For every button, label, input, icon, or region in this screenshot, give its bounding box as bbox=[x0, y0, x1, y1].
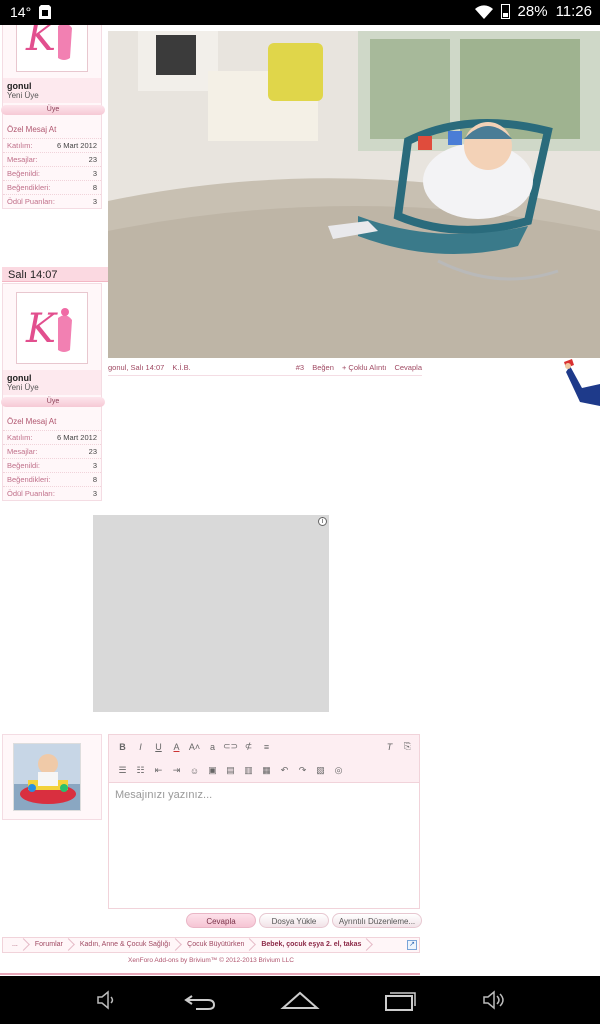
svg-text:K: K bbox=[25, 25, 58, 60]
user-title: Yeni Üye bbox=[3, 91, 101, 103]
italic-icon[interactable]: I bbox=[135, 741, 146, 752]
font-size-icon[interactable]: A˄ bbox=[189, 741, 200, 752]
clock: 11:26 bbox=[555, 3, 592, 20]
reply-button[interactable]: Cevapla bbox=[186, 913, 256, 928]
smilie-icon[interactable]: ☺ bbox=[189, 765, 200, 776]
stat-joined: Katılım: 6 Mart 2012 bbox=[3, 138, 101, 152]
sd-card-icon bbox=[39, 5, 52, 19]
user-role-badge: Üye bbox=[1, 105, 105, 115]
toggle-mode-icon[interactable]: ⎘ bbox=[402, 741, 413, 752]
remove-format-icon[interactable]: T bbox=[384, 741, 395, 752]
temperature: 14° bbox=[10, 4, 32, 20]
breadcrumb-current[interactable]: Bebek, çocuk eşya 2. el, takas bbox=[252, 938, 369, 952]
stat-messages: Mesajlar: 23 bbox=[3, 152, 101, 166]
avatar-logo-icon: K bbox=[25, 25, 72, 60]
underline-icon[interactable]: U bbox=[153, 741, 164, 752]
save-draft-icon[interactable]: ▦ bbox=[261, 765, 272, 776]
post-divider bbox=[108, 375, 422, 376]
stat-likes-given: Beğendikleri: 8 bbox=[3, 180, 101, 194]
username[interactable]: gonul bbox=[3, 370, 101, 383]
reply-link[interactable]: Cevapla bbox=[394, 363, 422, 372]
copyright: XenForo Add-ons by Brivium™ © 2012-2013 … bbox=[128, 957, 294, 964]
home-icon[interactable] bbox=[280, 988, 320, 1012]
jump-to-icon[interactable]: ↗ bbox=[407, 940, 417, 950]
preview-icon[interactable]: ▧ bbox=[315, 765, 326, 776]
align-icon[interactable]: ≡ bbox=[261, 741, 272, 752]
font-color-icon[interactable]: A bbox=[171, 741, 182, 752]
font-family-icon[interactable]: a bbox=[207, 741, 218, 752]
numbered-list-icon[interactable]: ☷ bbox=[135, 765, 146, 776]
report-link[interactable]: K.İ.B. bbox=[172, 363, 190, 372]
username[interactable]: gonul bbox=[3, 78, 101, 91]
user-title: Yeni Üye bbox=[3, 383, 101, 395]
indent-icon[interactable]: ⇥ bbox=[171, 765, 182, 776]
stat-award-points: Ödül Puanları: 3 bbox=[3, 486, 101, 500]
battery-icon bbox=[500, 4, 510, 19]
avatar-logo-icon: K bbox=[25, 306, 72, 352]
recent-apps-icon[interactable] bbox=[382, 988, 418, 1012]
stat-messages: Mesajlar: 23 bbox=[3, 444, 101, 458]
post-number-link[interactable]: #3 bbox=[296, 363, 304, 372]
footer-line bbox=[0, 973, 420, 975]
baby-walker-photo bbox=[14, 744, 80, 810]
reply-avatar[interactable] bbox=[13, 743, 81, 811]
outdent-icon[interactable]: ⇤ bbox=[153, 765, 164, 776]
post-meta-bar: gonul, Salı 14:07 K.İ.B. #3 Beğen + Çokl… bbox=[108, 363, 422, 372]
private-message-link[interactable]: Özel Mesaj At bbox=[3, 411, 101, 430]
camera-icon[interactable]: ◎ bbox=[333, 765, 344, 776]
ad-info-icon[interactable]: i bbox=[318, 517, 327, 526]
baby-bouncer-photo bbox=[108, 31, 600, 358]
reply-editor: B I U A A˄ a ⊂⊃ ⊄ ≡ T ⎘ ☰ ☷ ⇤ ⇥ ☺ ▣ ▤ ▥ … bbox=[108, 734, 420, 909]
android-nav-bar bbox=[0, 976, 600, 1024]
image-icon[interactable]: ▣ bbox=[207, 765, 218, 776]
ad-placeholder[interactable]: i bbox=[93, 515, 329, 712]
breadcrumb: ... Forumlar Kadın, Anne & Çocuk Sağlığı… bbox=[2, 937, 420, 953]
unlink-icon[interactable]: ⊄ bbox=[243, 741, 254, 752]
post-author-time[interactable]: gonul, Salı 14:07 bbox=[108, 363, 164, 372]
user-role-badge: Üye bbox=[1, 397, 105, 407]
stat-liked: Beğenildi: 3 bbox=[3, 458, 101, 472]
like-link[interactable]: Beğen bbox=[312, 363, 334, 372]
volume-down-icon[interactable] bbox=[92, 988, 122, 1012]
bullet-list-icon[interactable]: ☰ bbox=[117, 765, 128, 776]
reply-user-card bbox=[2, 734, 102, 820]
wifi-icon bbox=[474, 4, 493, 19]
undo-icon[interactable]: ↶ bbox=[279, 765, 290, 776]
stat-joined: Katılım: 6 Mart 2012 bbox=[3, 430, 101, 444]
forum-page: K gonul Yeni Üye Üye Özel Mesaj At Katıl… bbox=[0, 25, 600, 976]
stat-likes-given: Beğendikleri: 8 bbox=[3, 472, 101, 486]
breadcrumb-item[interactable]: Kadın, Anne & Çocuk Sağlığı bbox=[71, 938, 178, 952]
link-icon[interactable]: ⊂⊃ bbox=[223, 741, 238, 752]
stat-award-points: Ödül Puanları: 3 bbox=[3, 194, 101, 208]
post-image-baby-bouncer[interactable] bbox=[108, 31, 600, 358]
avatar[interactable]: K bbox=[16, 292, 88, 364]
advanced-edit-button[interactable]: Ayrıntılı Düzenleme... bbox=[332, 913, 422, 928]
bold-icon[interactable]: B bbox=[117, 741, 128, 752]
avatar[interactable]: K bbox=[16, 25, 88, 72]
user-card-top: K gonul Yeni Üye Üye Özel Mesaj At Katıl… bbox=[1, 25, 105, 209]
reply-actions: Cevapla Dosya Yükle Ayrıntılı Düzenleme.… bbox=[186, 913, 422, 928]
redo-icon[interactable]: ↷ bbox=[297, 765, 308, 776]
volume-up-icon[interactable] bbox=[478, 988, 508, 1012]
message-input[interactable]: Mesajınızı yazınız... bbox=[109, 783, 419, 908]
svg-text:K: K bbox=[25, 306, 58, 352]
upload-file-button[interactable]: Dosya Yükle bbox=[259, 913, 329, 928]
insert-icon[interactable]: ▥ bbox=[243, 765, 254, 776]
breadcrumb-item[interactable]: Forumlar bbox=[26, 938, 71, 952]
breadcrumb-home[interactable]: ... bbox=[3, 938, 26, 952]
user-card-post: K gonul Yeni Üye Üye Özel Mesaj At Katıl… bbox=[1, 283, 105, 501]
media-icon[interactable]: ▤ bbox=[225, 765, 236, 776]
post-timestamp-header: Salı 14:07 bbox=[2, 267, 108, 282]
private-message-link[interactable]: Özel Mesaj At bbox=[3, 119, 101, 138]
breadcrumb-item[interactable]: Çocuk Büyütürken bbox=[178, 938, 252, 952]
multi-quote-link[interactable]: + Çoklu Alıntı bbox=[342, 363, 386, 372]
mascot-figure-icon bbox=[564, 359, 600, 406]
stat-liked: Beğenildi: 3 bbox=[3, 166, 101, 180]
back-icon[interactable] bbox=[182, 988, 218, 1012]
status-bar: 14° 28% 11:26 bbox=[0, 0, 600, 25]
editor-toolbar: B I U A A˄ a ⊂⊃ ⊄ ≡ T ⎘ ☰ ☷ ⇤ ⇥ ☺ ▣ ▤ ▥ … bbox=[109, 735, 419, 783]
battery-percent: 28% bbox=[517, 3, 548, 20]
